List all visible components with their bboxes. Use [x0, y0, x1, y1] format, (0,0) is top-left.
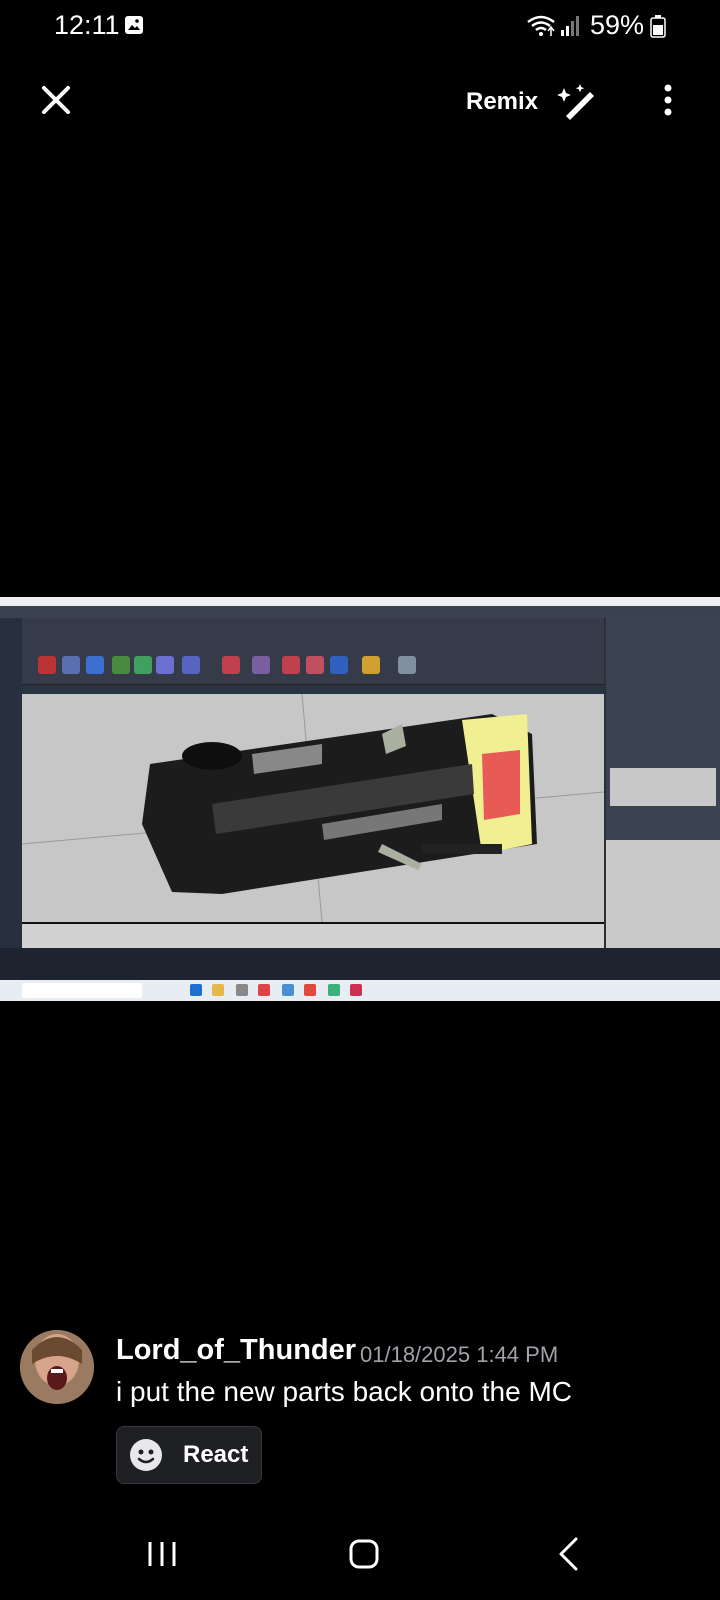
image-bottom-controls — [0, 948, 720, 980]
emoji-icon — [130, 1439, 162, 1471]
home-icon — [349, 1539, 379, 1569]
close-icon — [42, 86, 70, 114]
react-button[interactable]: React — [116, 1426, 262, 1484]
attachment-image[interactable] — [0, 597, 720, 1001]
image-window-titlebar — [0, 597, 720, 606]
back-button[interactable] — [556, 1536, 580, 1572]
image-right-panel — [606, 618, 720, 948]
image-ribbon — [22, 618, 604, 686]
message-username[interactable]: Lord_of_Thunder — [116, 1334, 356, 1367]
recents-icon — [148, 1542, 176, 1566]
more-vertical-icon — [664, 84, 672, 116]
message-timestamp: 01/18/2025 1:44 PM — [360, 1342, 559, 1367]
image-taskbar — [0, 980, 720, 1001]
image-viewport-header — [22, 685, 604, 694]
more-options-button[interactable] — [656, 80, 680, 120]
magic-wand-icon — [557, 84, 595, 120]
close-button[interactable] — [36, 80, 76, 120]
status-bar: 12:11 59% — [0, 0, 720, 52]
signal-icon — [561, 16, 579, 36]
react-label: React — [183, 1441, 249, 1468]
remix-label: Remix — [466, 88, 539, 115]
status-time: 12:11 — [54, 10, 120, 40]
back-icon — [559, 1537, 578, 1571]
gallery-icon — [125, 16, 143, 34]
home-button[interactable] — [348, 1538, 380, 1570]
recents-button[interactable] — [146, 1538, 178, 1570]
remix-button[interactable]: Remix — [466, 82, 598, 122]
image-3d-viewport — [21, 693, 605, 923]
avatar[interactable] — [20, 1330, 94, 1404]
battery-icon — [650, 15, 666, 38]
image-timeline — [22, 922, 604, 950]
wifi-icon — [527, 15, 555, 36]
image-left-toolbar — [0, 618, 22, 948]
message-text: i put the new parts back onto the MC — [116, 1376, 573, 1407]
battery-percent: 59% — [590, 10, 645, 40]
